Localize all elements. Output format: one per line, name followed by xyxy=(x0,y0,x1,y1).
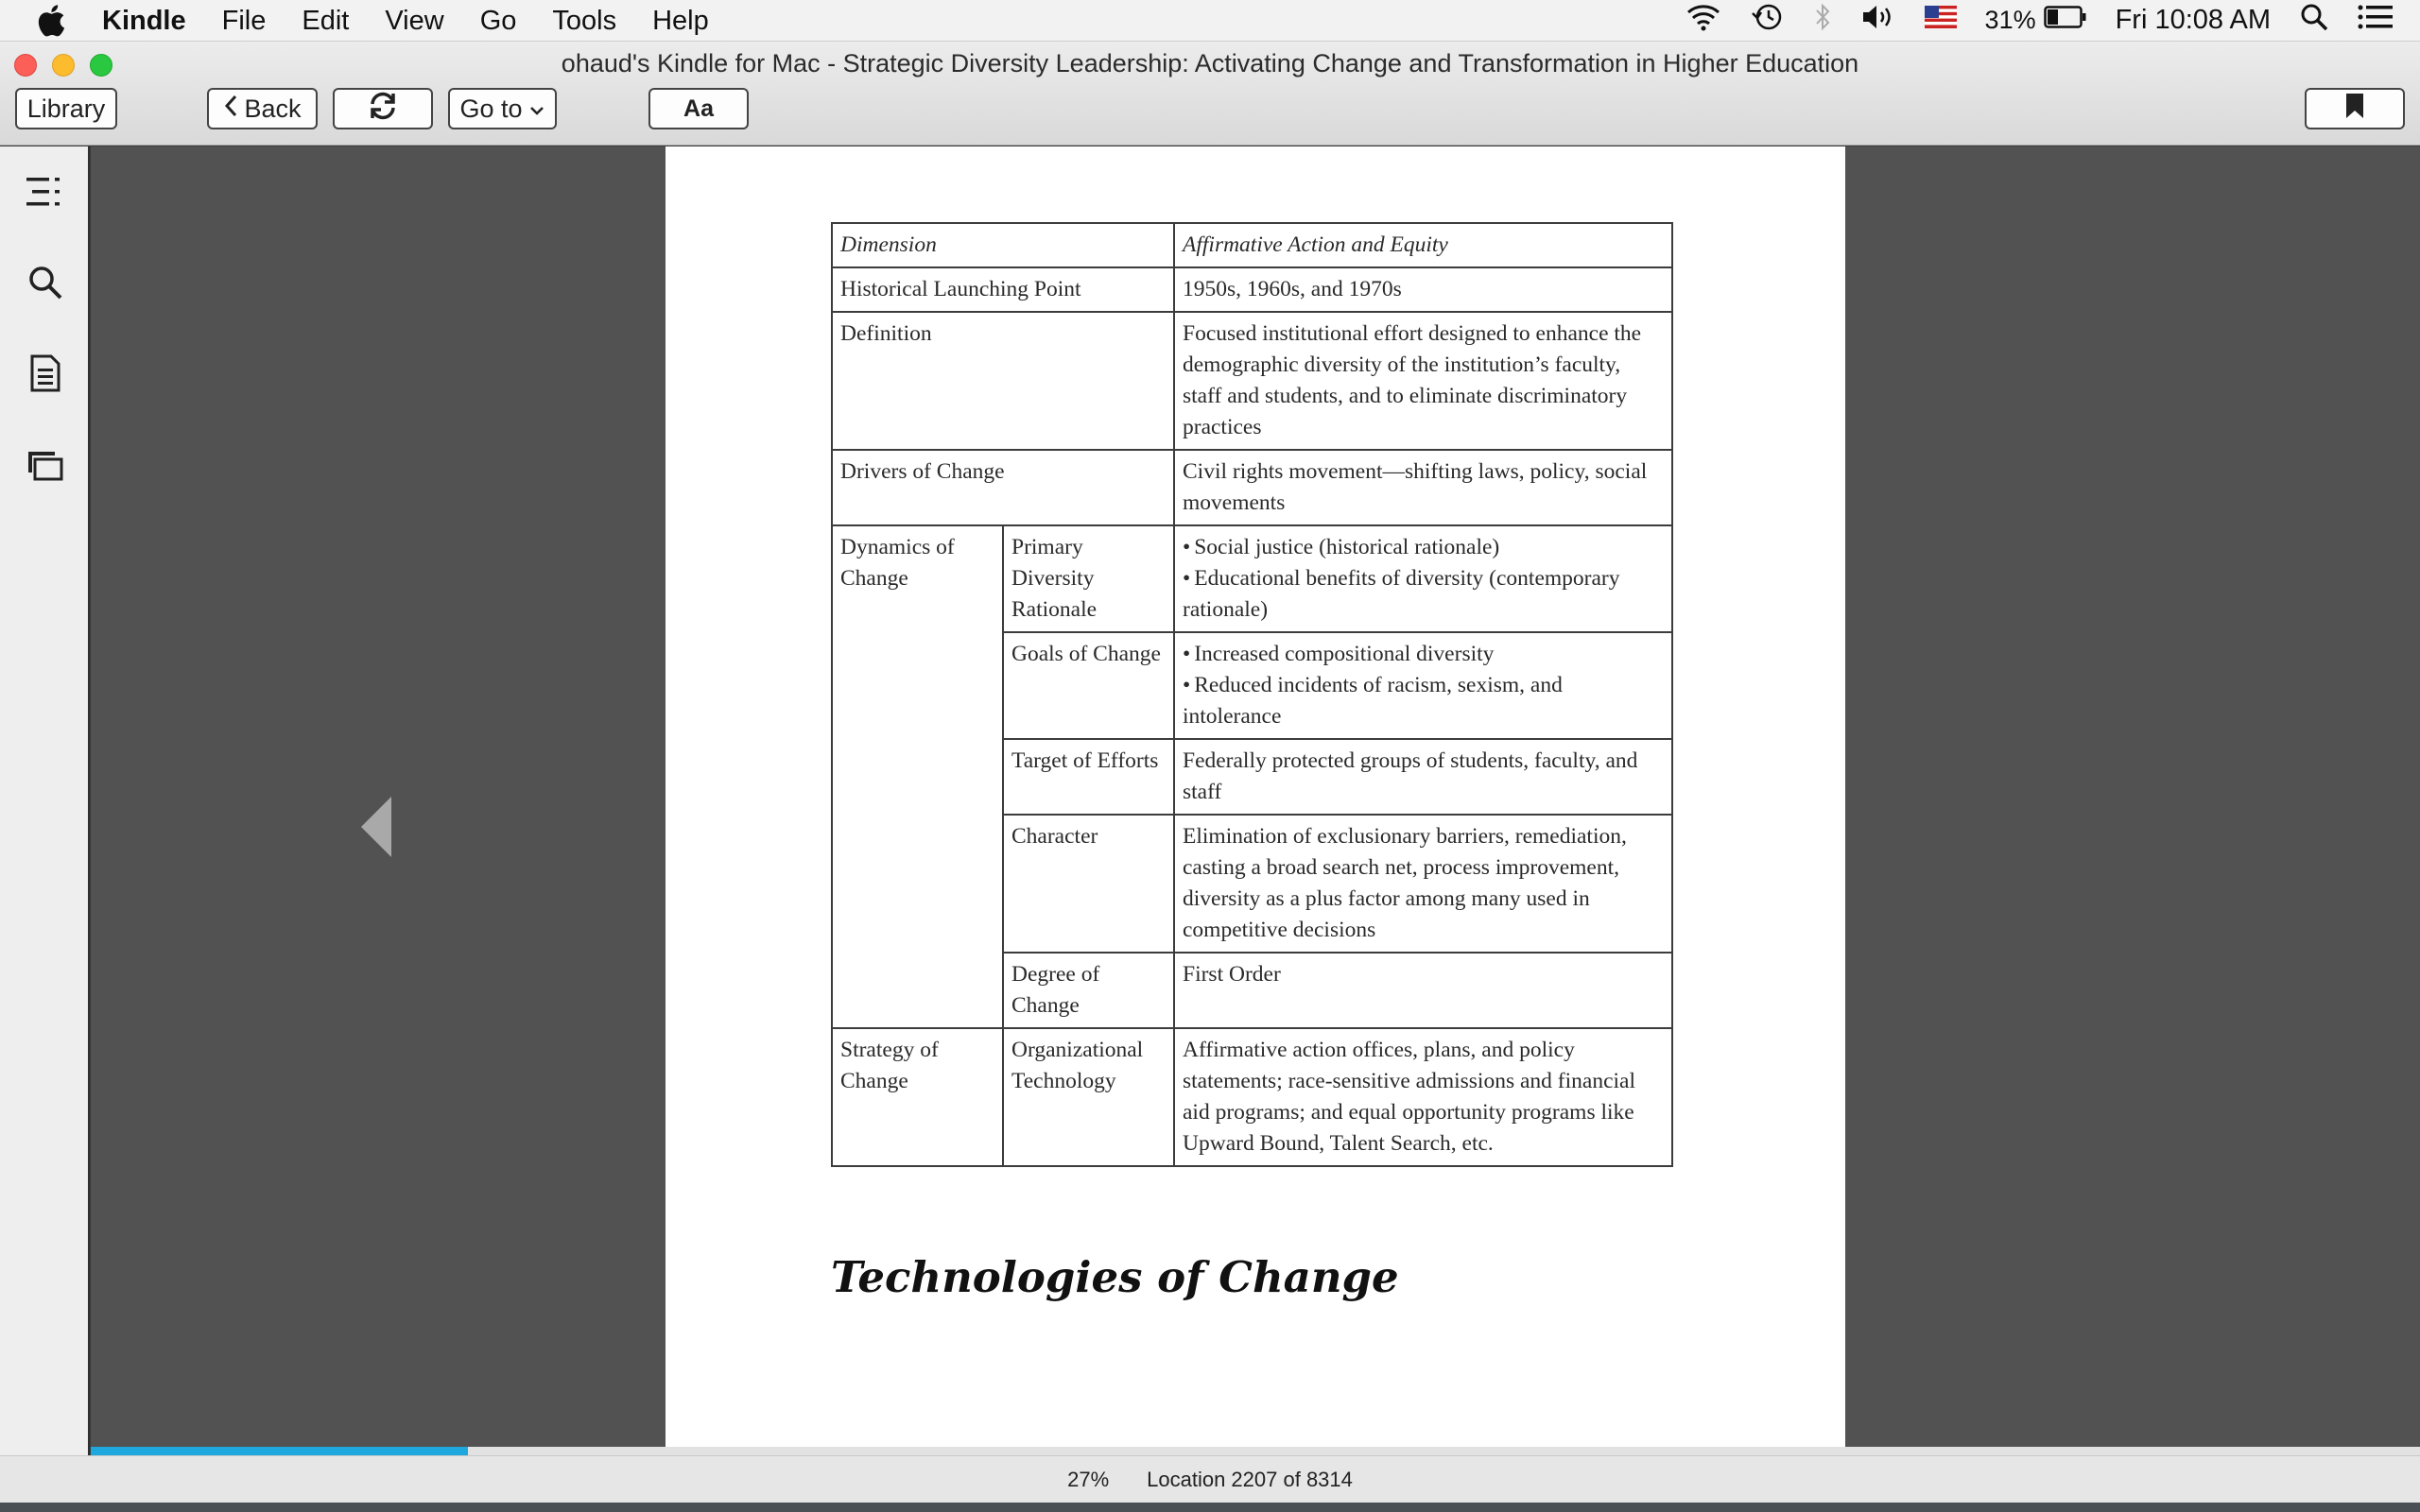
table-header-dimension: Dimension xyxy=(831,222,1175,268)
flashcards-icon[interactable] xyxy=(25,445,66,487)
window-title: ohaud's Kindle for Mac - Strategic Diver… xyxy=(561,49,1859,77)
table-cell: 1950s, 1960s, and 1970s xyxy=(1173,266,1673,313)
table-cell: Degree of Change xyxy=(1002,952,1175,1029)
location-indicator: Location 2207 of 8314 xyxy=(1147,1467,1353,1491)
table-row: Dimension Affirmative Action and Equity xyxy=(831,222,1673,268)
table-cell: Drivers of Change xyxy=(831,449,1175,526)
library-button[interactable]: Library xyxy=(15,88,117,129)
diversity-table: Dimension Affirmative Action and Equity … xyxy=(831,222,1673,1167)
reading-progress-fill xyxy=(91,1447,469,1455)
menu-file[interactable]: File xyxy=(204,0,285,42)
goto-button-label: Go to xyxy=(459,94,523,123)
book-page[interactable]: Dimension Affirmative Action and Equity … xyxy=(666,146,1845,1455)
table-cell: Dynamics of Change xyxy=(831,524,1004,1029)
table-cell: Organizational Technology xyxy=(1002,1027,1175,1167)
table-row: Strategy of Change Organizational Techno… xyxy=(831,1027,1673,1167)
table-of-contents-icon[interactable] xyxy=(25,171,66,213)
table-row: Historical Launching Point 1950s, 1960s,… xyxy=(831,266,1673,313)
list-item: Increased compositional diversity xyxy=(1183,639,1664,670)
status-footer: 27% Location 2207 of 8314 xyxy=(0,1455,2420,1503)
list-item: Reduced incidents of racism, sexism, and… xyxy=(1183,670,1664,732)
table-cell: Focused institutional effort designed to… xyxy=(1173,311,1673,451)
notification-center-icon[interactable] xyxy=(2358,3,2394,39)
menu-help[interactable]: Help xyxy=(634,0,727,42)
reading-progress-bar[interactable] xyxy=(91,1447,2420,1455)
table-row: Dynamics of Change Primary Diversity Rat… xyxy=(831,524,1673,1029)
window-titlebar: ohaud's Kindle for Mac - Strategic Diver… xyxy=(0,42,2420,146)
spotlight-icon[interactable] xyxy=(2299,2,2329,40)
table-row: Definition Focused institutional effort … xyxy=(831,311,1673,451)
notes-icon[interactable] xyxy=(25,352,66,394)
list-item: Educational benefits of diversity (conte… xyxy=(1183,563,1664,626)
table-cell: Goals of Change xyxy=(1002,631,1175,740)
bullet-list: Increased compositional diversity Reduce… xyxy=(1183,639,1664,732)
search-icon[interactable] xyxy=(25,262,66,303)
previous-page-arrow[interactable] xyxy=(361,797,391,857)
table-cell: Primary Diversity Rationale xyxy=(1002,524,1175,633)
bluetooth-icon[interactable] xyxy=(1813,2,1832,40)
menu-app-kindle[interactable]: Kindle xyxy=(102,0,204,42)
table-cell: First Order xyxy=(1173,952,1673,1029)
table-cell: Increased compositional diversity Reduce… xyxy=(1173,631,1673,740)
font-settings-button[interactable]: Aa xyxy=(648,88,749,129)
table-cell: Character xyxy=(1002,814,1175,954)
battery-percent[interactable]: 31% xyxy=(1985,6,2036,35)
battery-icon[interactable] xyxy=(2043,5,2087,36)
table-cell: Elimination of exclusionary barriers, re… xyxy=(1173,814,1673,954)
goto-button[interactable]: Go to xyxy=(448,88,557,129)
back-button-label: Back xyxy=(244,94,302,123)
library-button-label: Library xyxy=(26,94,106,123)
desktop-background xyxy=(0,1503,2420,1512)
font-settings-label: Aa xyxy=(683,94,714,122)
table-row: Drivers of Change Civil rights movement—… xyxy=(831,449,1673,526)
table-cell: Historical Launching Point xyxy=(831,266,1175,313)
progress-percent: 27% xyxy=(1067,1467,1110,1491)
chevron-down-icon xyxy=(528,94,545,124)
back-button[interactable]: Back xyxy=(207,88,318,129)
sidebar xyxy=(0,146,90,1455)
volume-icon[interactable] xyxy=(1860,3,1896,39)
status-area: 31% Fri 10:08 AM xyxy=(1685,2,2420,40)
sync-button[interactable] xyxy=(333,88,433,129)
table-cell: Definition xyxy=(831,311,1175,451)
time-machine-icon[interactable] xyxy=(1751,2,1785,40)
chevron-left-icon xyxy=(223,94,238,125)
clock[interactable]: Fri 10:08 AM xyxy=(2116,5,2271,36)
menu-go[interactable]: Go xyxy=(462,0,535,42)
menu-edit[interactable]: Edit xyxy=(284,0,367,42)
bookmark-icon xyxy=(2344,93,2365,126)
table-cell: Strategy of Change xyxy=(831,1027,1004,1167)
table-cell: Civil rights movement—shifting laws, pol… xyxy=(1173,449,1673,526)
menu-bar: Kindle File Edit View Go Tools Help 31% … xyxy=(0,0,2420,42)
us-flag-icon[interactable] xyxy=(1924,5,1957,36)
table-cell: Federally protected groups of students, … xyxy=(1173,738,1673,816)
table-header-affirmative-action: Affirmative Action and Equity xyxy=(1173,222,1673,268)
list-item: Social justice (historical rationale) xyxy=(1183,532,1664,563)
bookmark-button[interactable] xyxy=(2305,88,2405,129)
bullet-list: Social justice (historical rationale) Ed… xyxy=(1183,532,1664,626)
apple-icon[interactable] xyxy=(0,4,102,37)
table-cell: Target of Efforts xyxy=(1002,738,1175,816)
menu-view[interactable]: View xyxy=(367,0,461,42)
table-cell: Social justice (historical rationale) Ed… xyxy=(1173,524,1673,633)
table-cell: Affirmative action offices, plans, and p… xyxy=(1173,1027,1673,1167)
menu-tools[interactable]: Tools xyxy=(534,0,634,42)
reading-area: Dimension Affirmative Action and Equity … xyxy=(91,146,2420,1455)
wifi-icon[interactable] xyxy=(1685,3,1722,39)
section-heading: Technologies of Change xyxy=(831,1252,1399,1302)
sync-icon xyxy=(367,90,399,129)
